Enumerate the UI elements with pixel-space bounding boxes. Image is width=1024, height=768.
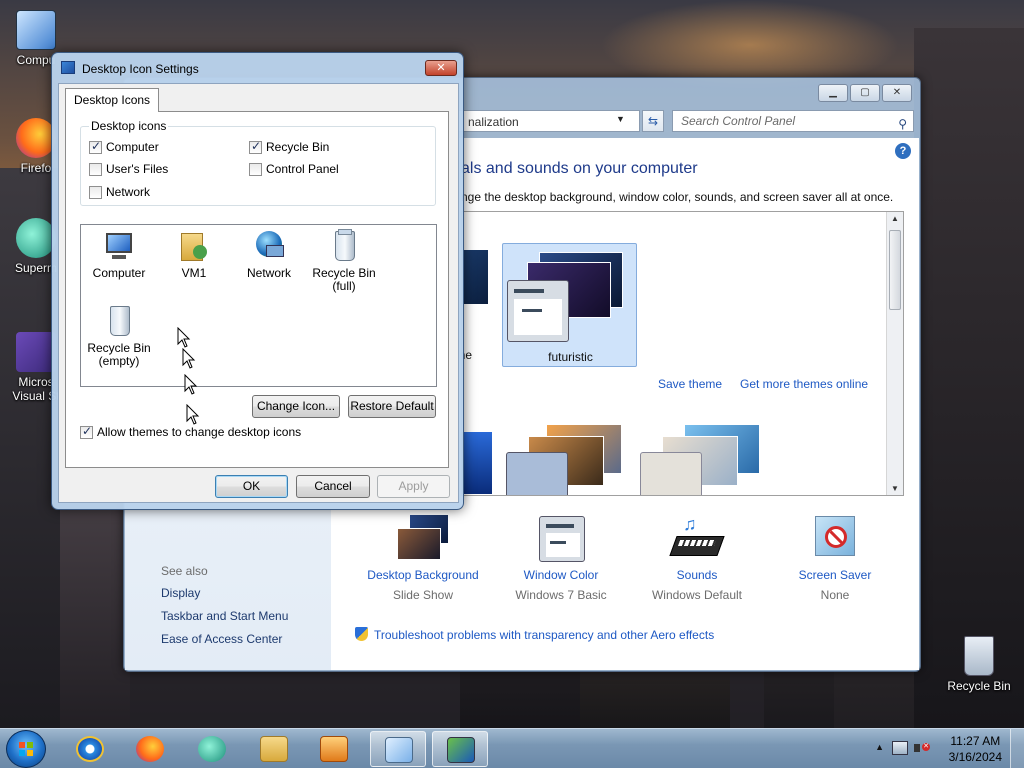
icon-item-recycle-bin-full[interactable]: Recycle Bin (full) — [306, 229, 382, 293]
checkbox-control-panel[interactable]: Control Panel — [249, 162, 339, 176]
taskbar-media-player[interactable] — [306, 731, 362, 767]
volume-muted-icon[interactable]: ✕ — [914, 741, 930, 755]
icon-list[interactable]: Computer VM1 Network Recycle Bin (full) … — [80, 224, 437, 387]
app-icon — [198, 736, 226, 762]
checkbox-allow-themes[interactable]: Allow themes to change desktop icons — [80, 424, 301, 439]
theme-preview-blue[interactable] — [462, 432, 492, 494]
recycle-bin-empty-icon — [102, 304, 136, 338]
change-icon-button[interactable]: Change Icon... — [252, 395, 340, 418]
sounds-icon: ♫ — [669, 514, 725, 564]
page-description: nge the desktop background, window color… — [461, 190, 894, 204]
icon-item-vm1[interactable]: VM1 — [156, 229, 232, 280]
taskbar-clock[interactable]: 11:27 AM 3/16/2024 — [949, 733, 1002, 765]
help-icon[interactable]: ? — [895, 143, 911, 159]
dialog-close-button[interactable]: ✕ — [425, 60, 457, 76]
network-icon — [252, 229, 286, 263]
recycle-bin-icon — [964, 636, 994, 676]
see-also-label: See also — [161, 564, 208, 578]
icon-item-computer[interactable]: Computer — [81, 229, 157, 280]
firefox-icon — [16, 118, 56, 158]
theme-preview-partial[interactable] — [462, 250, 488, 304]
folder-icon — [260, 736, 288, 762]
themes-scrollbar[interactable]: ▲ ▼ — [886, 212, 903, 495]
page-title: als and sounds on your computer — [461, 160, 698, 177]
media-player-icon — [320, 736, 348, 762]
sidebar-link-display[interactable]: Display — [161, 586, 200, 600]
theme-preview-characters[interactable] — [640, 424, 764, 495]
icon-item-recycle-bin-empty[interactable]: Recycle Bin (empty) — [81, 304, 157, 368]
dialog-body: Desktop Icons Desktop icons Computer Rec… — [58, 83, 459, 503]
themes-list[interactable]: he futuristic Save theme Get more themes… — [461, 211, 904, 496]
troubleshoot-link[interactable]: Troubleshoot problems with transparency … — [355, 627, 714, 642]
personalization-icon — [447, 737, 475, 763]
checkbox-users-files[interactable]: User's Files — [89, 162, 168, 176]
search-input[interactable]: Search Control Panel ⚲ — [672, 110, 914, 132]
user-folder-icon — [177, 229, 211, 263]
cancel-button[interactable]: Cancel — [296, 475, 370, 498]
icon-item-network[interactable]: Network — [231, 229, 307, 280]
desktop-icons-group: Desktop icons Computer Recycle Bin User'… — [80, 119, 436, 206]
dialog-title: Desktop Icon Settings — [82, 62, 199, 76]
internet-explorer-icon — [76, 736, 104, 762]
minimize-button[interactable]: ▁ — [818, 84, 848, 102]
refresh-button[interactable]: ⇆ — [642, 110, 664, 132]
show-desktop-button[interactable] — [1010, 729, 1024, 768]
computer-icon — [16, 10, 56, 50]
app-icon — [16, 218, 56, 258]
restore-default-button[interactable]: Restore Default — [348, 395, 436, 418]
computer-icon — [102, 229, 136, 263]
show-hidden-icons-button[interactable]: ▲ — [875, 742, 884, 752]
maximize-button[interactable]: ▢ — [850, 84, 880, 102]
taskbar-internet-explorer[interactable] — [62, 731, 118, 767]
recycle-bin-full-icon — [327, 229, 361, 263]
screen-saver-item[interactable]: Screen Saver None — [765, 514, 905, 602]
checkbox-computer[interactable]: Computer — [89, 139, 159, 154]
taskbar-app[interactable] — [184, 731, 240, 767]
window-color-item[interactable]: Window Color Windows 7 Basic — [491, 514, 631, 602]
network-icon[interactable] — [892, 741, 908, 755]
dialog-app-icon — [61, 61, 75, 74]
ok-button[interactable]: OK — [215, 475, 288, 498]
tab-desktop-icons[interactable]: Desktop Icons — [65, 88, 160, 112]
desktop-background-item[interactable]: Desktop Background Slide Show — [353, 514, 493, 602]
taskbar-file-explorer[interactable] — [246, 731, 302, 767]
taskbar-personalization[interactable] — [432, 731, 488, 767]
sidebar-link-ease-of-access[interactable]: Ease of Access Center — [161, 632, 282, 646]
tab-panel: Desktop icons Computer Recycle Bin User'… — [65, 111, 449, 468]
desktop-icon-settings-dialog: Desktop Icon Settings ✕ Desktop Icons De… — [51, 52, 464, 510]
visual-studio-icon — [16, 332, 56, 372]
close-button[interactable]: ✕ — [882, 84, 912, 102]
shield-icon — [355, 627, 368, 641]
apply-button[interactable]: Apply — [377, 475, 450, 498]
get-more-themes-link[interactable]: Get more themes online — [740, 377, 868, 391]
address-dropdown-icon[interactable]: ▼ — [616, 114, 625, 124]
checkbox-network[interactable]: Network — [89, 185, 150, 199]
save-theme-link[interactable]: Save theme — [658, 377, 722, 391]
sidebar-link-taskbar[interactable]: Taskbar and Start Menu — [161, 609, 288, 623]
desktop-background-icon — [395, 514, 451, 564]
sounds-item[interactable]: ♫ Sounds Windows Default — [627, 514, 767, 602]
start-button[interactable] — [6, 730, 46, 768]
scrollbar-thumb[interactable] — [889, 230, 901, 310]
desktop-icon-recycle-bin[interactable]: Recycle Bin — [939, 636, 1019, 693]
screen-saver-icon — [807, 514, 863, 564]
taskbar: ▲ ✕ 11:27 AM 3/16/2024 — [0, 728, 1024, 768]
search-icon: ⚲ — [898, 117, 907, 131]
theme-futuristic[interactable]: futuristic — [502, 243, 637, 367]
taskbar-control-panel[interactable] — [370, 731, 426, 767]
window-color-icon — [533, 514, 589, 564]
theme-preview-landscapes[interactable] — [506, 424, 626, 495]
scroll-up-icon[interactable]: ▲ — [887, 214, 903, 223]
checkbox-recycle-bin[interactable]: Recycle Bin — [249, 139, 329, 154]
windows-logo-icon — [19, 742, 33, 756]
firefox-icon — [136, 736, 164, 762]
taskbar-firefox[interactable] — [122, 731, 178, 767]
control-panel-icon — [385, 737, 413, 763]
scroll-down-icon[interactable]: ▼ — [887, 484, 903, 493]
